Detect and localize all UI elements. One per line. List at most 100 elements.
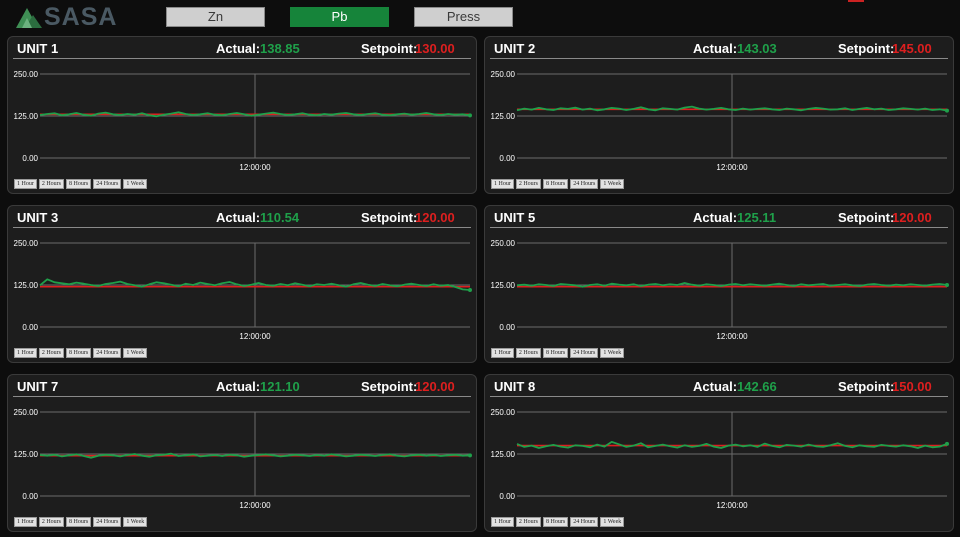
range-1-week-button[interactable]: 1 Week — [123, 179, 148, 189]
y-tick-label: 0.00 — [499, 492, 515, 501]
trend-chart[interactable]: 250.00 125.00 0.00 12:00:00 — [8, 228, 478, 346]
range-selector: 1 Hour 2 Hours 8 Hours 24 Hours 1 Week — [491, 348, 625, 358]
actual-end-point — [945, 283, 949, 287]
range-selector: 1 Hour 2 Hours 8 Hours 24 Hours 1 Week — [14, 348, 148, 358]
setpoint-label: Setpoint: — [838, 41, 895, 56]
unit-panel: UNIT 1 Actual: 138.85 Setpoint: 130.00 2… — [7, 36, 477, 194]
trend-chart[interactable]: 250.00 125.00 0.00 12:00:00 — [8, 397, 478, 515]
range-1-hour-button[interactable]: 1 Hour — [14, 179, 37, 189]
range-8-hours-button[interactable]: 8 Hours — [66, 179, 92, 189]
y-tick-label: 0.00 — [22, 154, 38, 163]
range-1-week-button[interactable]: 1 Week — [123, 517, 148, 527]
setpoint-value: 120.00 — [415, 210, 455, 225]
trend-chart[interactable]: 250.00 125.00 0.00 12:00:00 — [485, 228, 955, 346]
range-1-week-button[interactable]: 1 Week — [600, 348, 625, 358]
actual-value: 143.03 — [737, 41, 777, 56]
range-1-week-button[interactable]: 1 Week — [123, 348, 148, 358]
actual-end-point — [468, 453, 472, 458]
unit-panel: UNIT 7 Actual: 121.10 Setpoint: 120.00 2… — [7, 374, 477, 532]
unit-name: UNIT 2 — [494, 41, 536, 56]
range-selector: 1 Hour 2 Hours 8 Hours 24 Hours 1 Week — [14, 179, 148, 189]
setpoint-label: Setpoint: — [838, 210, 895, 225]
panel-header: UNIT 3 Actual: 110.54 Setpoint: 120.00 — [8, 206, 476, 226]
actual-end-point — [945, 441, 949, 446]
unit-panel: UNIT 8 Actual: 142.66 Setpoint: 150.00 2… — [484, 374, 954, 532]
tab-press[interactable]: Press — [414, 7, 513, 27]
y-tick-label: 250.00 — [14, 408, 39, 417]
setpoint-label: Setpoint: — [361, 379, 418, 394]
range-1-hour-button[interactable]: 1 Hour — [491, 179, 514, 189]
y-tick-label: 0.00 — [499, 154, 515, 163]
actual-label: Actual: — [216, 379, 261, 394]
range-24-hours-button[interactable]: 24 Hours — [570, 348, 599, 358]
range-1-hour-button[interactable]: 1 Hour — [491, 517, 514, 527]
range-1-week-button[interactable]: 1 Week — [600, 179, 625, 189]
range-8-hours-button[interactable]: 8 Hours — [66, 348, 92, 358]
setpoint-label: Setpoint: — [838, 379, 895, 394]
range-8-hours-button[interactable]: 8 Hours — [543, 517, 569, 527]
setpoint-value: 120.00 — [415, 379, 455, 394]
panel-header: UNIT 7 Actual: 121.10 Setpoint: 120.00 — [8, 375, 476, 395]
range-8-hours-button[interactable]: 8 Hours — [543, 348, 569, 358]
trend-chart[interactable]: 250.00 125.00 0.00 12:00:00 — [8, 59, 478, 177]
panel-header: UNIT 1 Actual: 138.85 Setpoint: 130.00 — [8, 37, 476, 57]
actual-value: 142.66 — [737, 379, 777, 394]
trend-chart[interactable]: 250.00 125.00 0.00 12:00:00 — [485, 397, 955, 515]
panel-header: UNIT 8 Actual: 142.66 Setpoint: 150.00 — [485, 375, 953, 395]
app-logo: SASA — [16, 4, 117, 30]
range-1-hour-button[interactable]: 1 Hour — [491, 348, 514, 358]
y-tick-label: 250.00 — [14, 70, 39, 79]
range-8-hours-button[interactable]: 8 Hours — [543, 179, 569, 189]
actual-value: 121.10 — [260, 379, 300, 394]
panel-header: UNIT 5 Actual: 125.11 Setpoint: 120.00 — [485, 206, 953, 226]
range-24-hours-button[interactable]: 24 Hours — [93, 179, 122, 189]
actual-value: 138.85 — [260, 41, 300, 56]
range-2-hours-button[interactable]: 2 Hours — [38, 348, 65, 358]
tab-zn[interactable]: Zn — [166, 7, 265, 27]
unit-name: UNIT 8 — [494, 379, 536, 394]
range-2-hours-button[interactable]: 2 Hours — [515, 179, 542, 189]
actual-end-point — [945, 108, 949, 113]
y-tick-label: 250.00 — [491, 408, 516, 417]
y-tick-label: 0.00 — [22, 323, 38, 332]
range-24-hours-button[interactable]: 24 Hours — [570, 179, 599, 189]
setpoint-value: 145.00 — [892, 41, 932, 56]
range-24-hours-button[interactable]: 24 Hours — [93, 517, 122, 527]
actual-end-point — [468, 113, 472, 118]
range-2-hours-button[interactable]: 2 Hours — [515, 517, 542, 527]
setpoint-label: Setpoint: — [361, 41, 418, 56]
y-tick-label: 125.00 — [14, 450, 39, 459]
y-tick-label: 0.00 — [499, 323, 515, 332]
range-2-hours-button[interactable]: 2 Hours — [38, 179, 65, 189]
range-8-hours-button[interactable]: 8 Hours — [66, 517, 92, 527]
y-tick-label: 250.00 — [491, 239, 516, 248]
mountain-logo-icon — [16, 8, 42, 28]
y-tick-label: 125.00 — [14, 281, 39, 290]
setpoint-value: 150.00 — [892, 379, 932, 394]
unit-name: UNIT 1 — [17, 41, 59, 56]
actual-label: Actual: — [216, 210, 261, 225]
y-tick-label: 125.00 — [491, 281, 516, 290]
panel-header: UNIT 2 Actual: 143.03 Setpoint: 145.00 — [485, 37, 953, 57]
x-tick-label: 12:00:00 — [239, 163, 271, 172]
setpoint-value: 120.00 — [892, 210, 932, 225]
range-selector: 1 Hour 2 Hours 8 Hours 24 Hours 1 Week — [491, 179, 625, 189]
trend-chart[interactable]: 250.00 125.00 0.00 12:00:00 — [485, 59, 955, 177]
unit-panel: UNIT 3 Actual: 110.54 Setpoint: 120.00 2… — [7, 205, 477, 363]
range-2-hours-button[interactable]: 2 Hours — [38, 517, 65, 527]
range-24-hours-button[interactable]: 24 Hours — [570, 517, 599, 527]
range-2-hours-button[interactable]: 2 Hours — [515, 348, 542, 358]
tab-pb[interactable]: Pb — [290, 7, 389, 27]
x-tick-label: 12:00:00 — [716, 163, 748, 172]
setpoint-value: 130.00 — [415, 41, 455, 56]
x-tick-label: 12:00:00 — [716, 332, 748, 341]
range-1-hour-button[interactable]: 1 Hour — [14, 348, 37, 358]
window-edge-mark — [848, 0, 864, 2]
range-1-week-button[interactable]: 1 Week — [600, 517, 625, 527]
x-tick-label: 12:00:00 — [239, 501, 271, 510]
range-1-hour-button[interactable]: 1 Hour — [14, 517, 37, 527]
actual-label: Actual: — [693, 379, 738, 394]
actual-label: Actual: — [693, 41, 738, 56]
range-24-hours-button[interactable]: 24 Hours — [93, 348, 122, 358]
y-tick-label: 125.00 — [14, 112, 39, 121]
